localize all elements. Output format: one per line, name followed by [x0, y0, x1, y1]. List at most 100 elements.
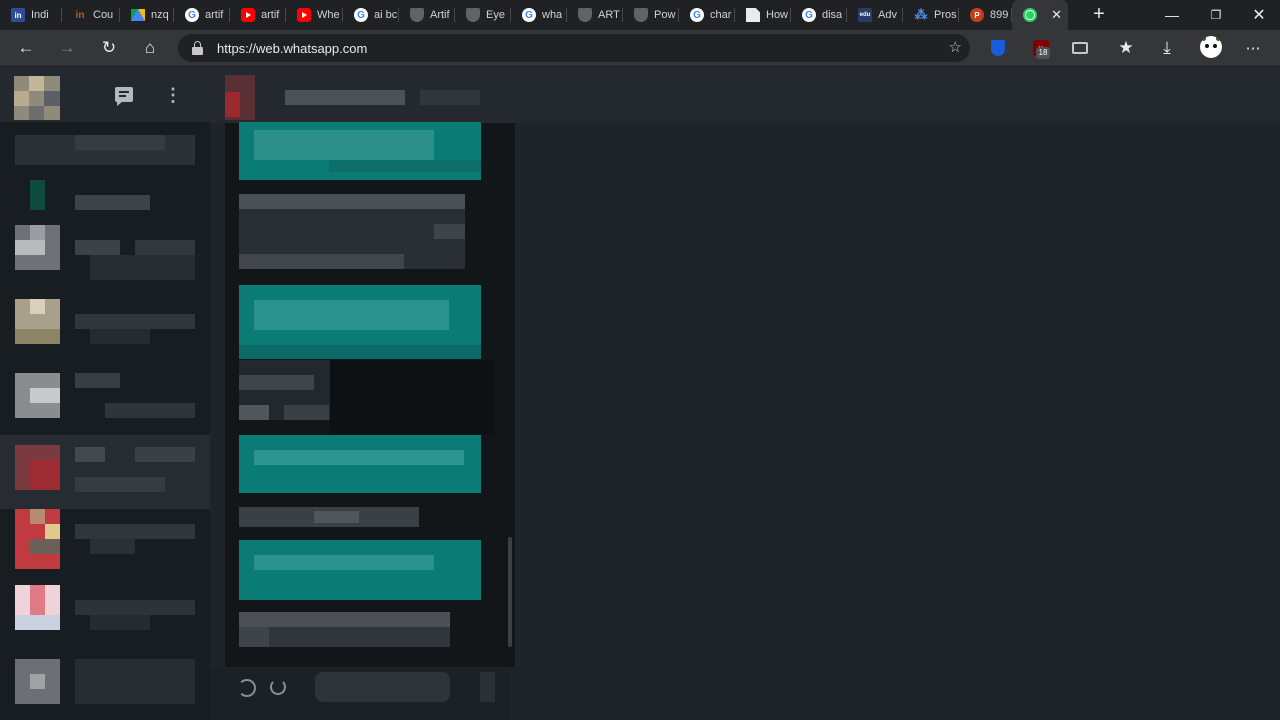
message-outgoing[interactable]	[239, 122, 481, 180]
indeed-icon: in	[11, 8, 25, 22]
tab-strip: in Indi in Cou nzq Gartif artif Whe Gai bc Artif E…	[0, 0, 1280, 30]
chat-row[interactable]	[0, 225, 210, 299]
tab-title: How	[766, 9, 789, 21]
tab-whatsapp-active[interactable]: ✕	[1012, 0, 1068, 30]
browser-tab[interactable]: edu Adv	[847, 0, 903, 30]
compose-bar	[210, 667, 510, 720]
attach-icon[interactable]	[270, 679, 286, 695]
mic-icon[interactable]	[480, 672, 495, 702]
chat-name	[75, 524, 195, 539]
tab-title: artif	[205, 9, 224, 21]
tab-title: nzq	[151, 9, 169, 21]
chat-name	[75, 447, 105, 462]
close-tab-icon[interactable]: ✕	[1051, 7, 1062, 23]
screenshot-extension[interactable]	[1069, 37, 1091, 59]
tab-list: in Indi in Cou nzq Gartif artif Whe Gai bc Artif E…	[0, 0, 1068, 30]
chat-avatar	[15, 373, 60, 418]
menu-dots-icon[interactable]: ⋮	[164, 85, 182, 105]
bitwarden-extension[interactable]	[987, 37, 1009, 59]
browser-tab[interactable]: Artif	[399, 0, 455, 30]
browser-tab[interactable]: Gdisa	[791, 0, 847, 30]
google-icon: G	[522, 8, 536, 22]
message-incoming[interactable]	[239, 194, 465, 269]
edu-icon: edu	[858, 8, 872, 22]
browser-tab[interactable]: artif	[230, 0, 286, 30]
conversation-scrollbar[interactable]	[508, 537, 512, 647]
contact-name	[285, 90, 405, 105]
chat-row-selected[interactable]	[0, 435, 210, 509]
browser-tab[interactable]: Gchar	[679, 0, 735, 30]
coursera-icon: in	[75, 9, 85, 21]
message-incoming[interactable]	[239, 612, 450, 647]
message-incoming[interactable]	[239, 507, 419, 527]
chat-name	[75, 659, 195, 704]
google-icon: G	[354, 8, 368, 22]
downloads-button[interactable]: ⤓	[1153, 34, 1181, 62]
search-placeholder	[75, 135, 165, 150]
chat-avatar	[15, 299, 60, 344]
google-icon: G	[690, 8, 704, 22]
chat-row[interactable]	[0, 509, 210, 583]
browser-tab[interactable]: in Cou	[62, 0, 120, 30]
browser-tab[interactable]: Whe	[286, 0, 343, 30]
browser-tab[interactable]: ART	[567, 0, 623, 30]
favorites-button[interactable]: ★	[1112, 34, 1140, 62]
browser-tab[interactable]: ⁂ Pros	[903, 0, 959, 30]
browser-tab[interactable]: in Indi	[0, 0, 62, 30]
restore-button[interactable]: ❐	[1196, 0, 1236, 30]
address-bar[interactable]: https://web.whatsapp.com ☆	[178, 34, 970, 62]
close-window-button[interactable]: ✕	[1239, 0, 1279, 30]
chat-row[interactable]	[0, 585, 210, 659]
browser-tab[interactable]: Eye	[455, 0, 511, 30]
conversation-header[interactable]	[210, 67, 1280, 123]
browser-tab[interactable]: Gartif	[174, 0, 230, 30]
contact-status	[420, 90, 480, 105]
feather-icon: ⁂	[914, 7, 928, 22]
back-button[interactable]: ←	[12, 34, 40, 62]
browser-tab[interactable]: nzq	[120, 0, 174, 30]
message-outgoing[interactable]	[239, 435, 481, 493]
profile-avatar[interactable]	[1200, 36, 1222, 58]
youtube-icon	[241, 8, 255, 22]
refresh-button[interactable]: ↻	[95, 34, 123, 62]
new-tab-button[interactable]: +	[1088, 4, 1110, 26]
avatar-pixel	[225, 92, 240, 117]
shield-icon	[466, 8, 480, 22]
chat-preview	[90, 255, 195, 280]
chat-row[interactable]	[0, 299, 210, 373]
browser-tab[interactable]: Gai bc	[343, 0, 399, 30]
drive-icon	[131, 9, 145, 21]
address-url[interactable]: https://web.whatsapp.com	[217, 41, 367, 56]
browser-toolbar: ← → ↻ ⌂ https://web.whatsapp.com ☆ u ★ ⤓…	[0, 30, 1280, 66]
browser-tab[interactable]: How	[735, 0, 791, 30]
chat-preview	[90, 615, 150, 630]
tab-title: Indi	[31, 9, 49, 21]
browser-tab[interactable]: Pow	[623, 0, 679, 30]
emoji-icon[interactable]	[238, 679, 256, 697]
settings-menu-button[interactable]: ⋯	[1239, 34, 1267, 62]
lock-icon[interactable]	[192, 41, 203, 55]
browser-tab[interactable]: Gwha	[511, 0, 567, 30]
home-button[interactable]: ⌂	[136, 34, 164, 62]
arrow-left-icon: ←	[17, 38, 35, 57]
message-incoming[interactable]	[239, 360, 331, 420]
chat-row[interactable]	[0, 659, 210, 720]
shield-icon	[410, 8, 424, 22]
chat-avatar	[15, 445, 60, 490]
message-outgoing[interactable]	[239, 285, 481, 359]
user-avatar[interactable]	[14, 76, 60, 120]
message-outgoing[interactable]	[239, 540, 481, 600]
message-input[interactable]	[315, 672, 450, 702]
forward-button[interactable]: →	[53, 34, 81, 62]
minimize-button[interactable]: —	[1152, 0, 1192, 30]
chat-name	[75, 600, 195, 615]
browser-tab[interactable]: P 899	[959, 0, 1012, 30]
add-favorite-icon[interactable]: ☆	[949, 38, 962, 56]
shield-icon	[634, 8, 648, 22]
tab-title: Cou	[93, 9, 114, 21]
sidebar-header: ⋮	[0, 67, 210, 122]
chat-name	[75, 314, 195, 329]
tab-title: Pros	[934, 9, 957, 21]
chat-avatar	[15, 659, 60, 704]
new-chat-icon[interactable]	[115, 87, 133, 106]
